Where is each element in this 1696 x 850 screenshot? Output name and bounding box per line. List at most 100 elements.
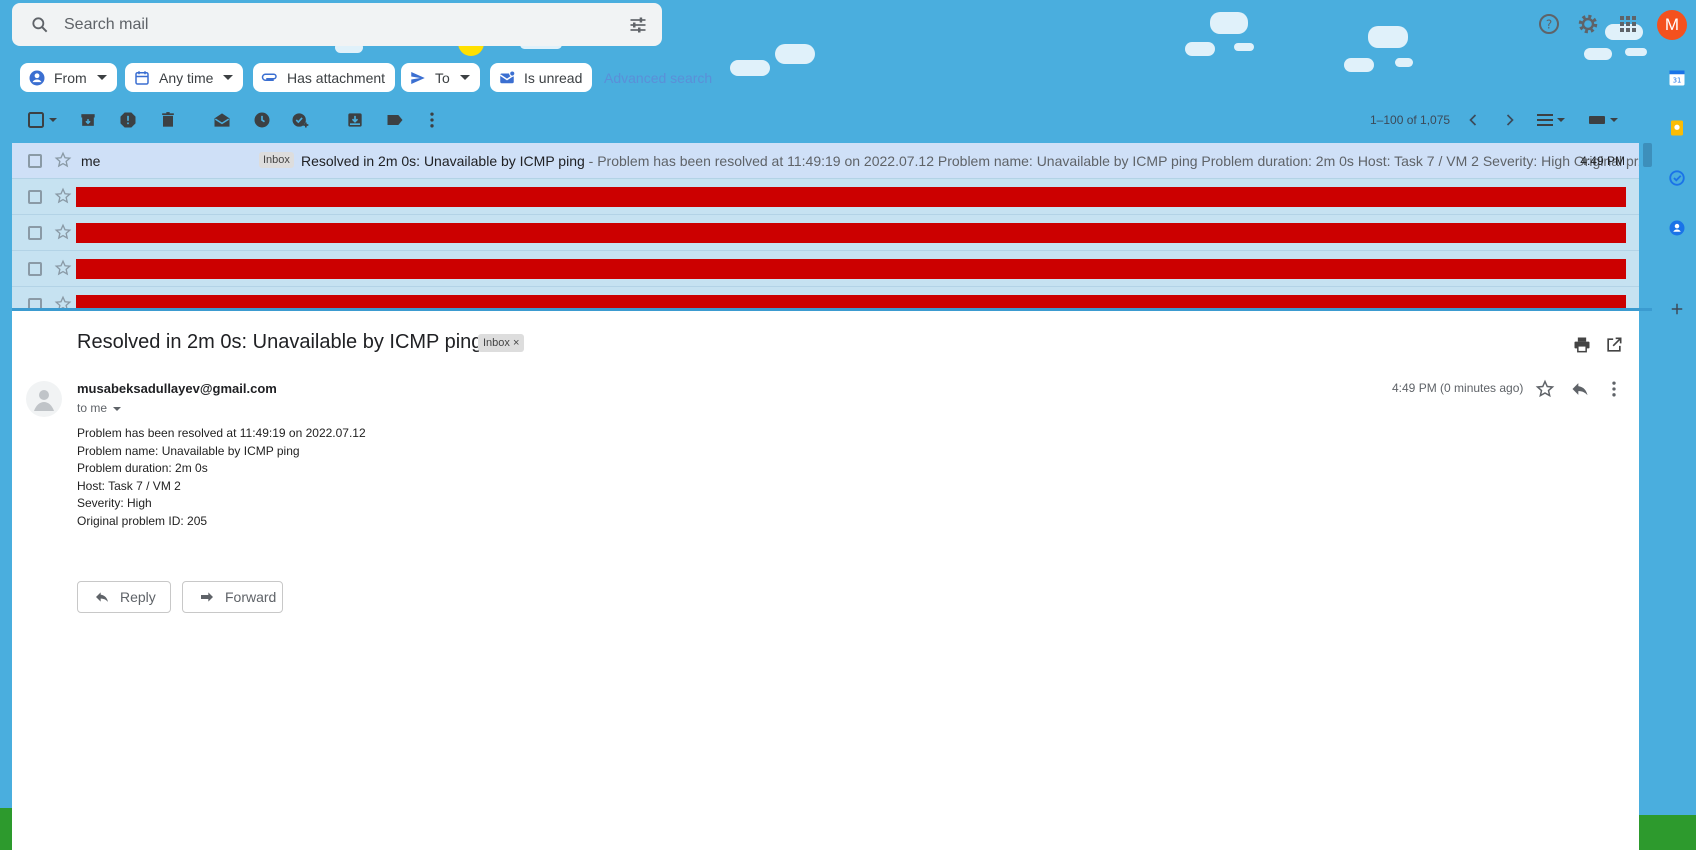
forward-button[interactable]: Forward (182, 581, 283, 613)
cloud-decoration (1344, 58, 1374, 72)
row-checkbox[interactable] (28, 262, 42, 276)
svg-text:?: ? (1546, 18, 1552, 32)
chip-is-unread[interactable]: Is unread (490, 63, 593, 92)
row-snippet: - Problem has been resolved at 11:49:19 … (584, 153, 1639, 169)
help-icon[interactable]: ? (1537, 12, 1561, 36)
chevron-down-icon[interactable] (113, 406, 122, 411)
pagination-range: 1–100 of 1,075 (1370, 113, 1451, 127)
row-label-badge[interactable]: Inbox (259, 152, 294, 168)
grass-decoration (1639, 815, 1696, 850)
redacted-bar (76, 223, 1626, 243)
archive-icon[interactable] (78, 110, 98, 130)
email-row[interactable] (12, 251, 1639, 287)
older-chevron-right-icon[interactable] (1500, 110, 1520, 130)
search-options-icon[interactable] (628, 15, 648, 35)
row-checkbox[interactable] (28, 190, 42, 204)
reply-button[interactable]: Reply (77, 581, 171, 613)
advanced-search-link[interactable]: Advanced search (604, 70, 712, 86)
star-icon[interactable] (54, 223, 72, 241)
row-checkbox[interactable] (28, 226, 42, 240)
reply-label: Reply (120, 589, 156, 605)
attachment-icon (261, 69, 279, 87)
unread-mail-icon (498, 69, 516, 87)
calendar-app-icon[interactable]: 31 (1668, 69, 1686, 87)
person-icon (34, 390, 54, 411)
star-icon[interactable] (54, 187, 72, 205)
email-row[interactable] (12, 179, 1639, 215)
row-sender: me (81, 153, 101, 169)
cloud-decoration (775, 44, 815, 64)
cloud-decoration (1395, 58, 1413, 67)
more-options-icon[interactable] (1604, 379, 1624, 399)
move-to-icon[interactable] (345, 110, 365, 130)
row-checkbox[interactable] (28, 298, 42, 308)
body-line: Problem name: Unavailable by ICMP ping (77, 443, 300, 458)
settings-gear-icon[interactable] (1576, 12, 1600, 36)
grass-decoration (0, 808, 12, 850)
list-scrollbar[interactable] (1643, 143, 1652, 167)
label-icon[interactable] (385, 110, 405, 130)
remove-label-icon[interactable]: × (513, 337, 519, 349)
add-to-tasks-icon[interactable] (290, 110, 310, 130)
body-line: Original problem ID: 205 (77, 513, 208, 528)
message-subject: Resolved in 2m 0s: Unavailable by ICMP p… (77, 331, 483, 353)
star-icon[interactable] (54, 151, 72, 169)
search-input[interactable]: Search mail (64, 16, 148, 34)
email-list: me Inbox Resolved in 2m 0s: Unavailable … (12, 143, 1639, 308)
mark-as-read-icon[interactable] (212, 110, 232, 130)
chip-from[interactable]: From (20, 63, 117, 92)
email-row[interactable] (12, 215, 1639, 251)
contacts-app-icon[interactable] (1668, 219, 1686, 237)
open-in-new-window-icon[interactable] (1604, 335, 1624, 355)
message-body: Problem has been resolved at 11:49:19 on… (77, 425, 366, 530)
star-icon[interactable] (54, 259, 72, 277)
keep-app-icon[interactable] (1668, 119, 1686, 137)
email-row[interactable]: me Inbox Resolved in 2m 0s: Unavailable … (12, 143, 1639, 179)
chevron-down-icon (96, 75, 107, 80)
chip-any-time[interactable]: Any time (125, 63, 244, 92)
account-avatar[interactable]: M (1657, 10, 1687, 40)
sender-email[interactable]: musabeksadullayev@gmail.com (77, 381, 277, 396)
recipient-details[interactable]: to me (77, 401, 122, 415)
apps-grid-icon[interactable] (1616, 12, 1640, 36)
search-bar[interactable]: Search mail (12, 3, 662, 46)
reply-icon[interactable] (1570, 379, 1590, 399)
message-label-text: Inbox (483, 337, 510, 349)
star-icon[interactable] (54, 295, 72, 308)
cloud-decoration (1368, 26, 1408, 48)
more-options-icon[interactable] (422, 110, 442, 130)
add-addon-icon[interactable] (1668, 300, 1686, 318)
message-time: 4:49 PM (0 minutes ago) (1392, 381, 1524, 395)
cloud-decoration (1584, 48, 1612, 60)
split-pane-toggle-icon[interactable] (1535, 110, 1567, 130)
newer-chevron-left-icon[interactable] (1463, 110, 1483, 130)
print-icon[interactable] (1572, 335, 1592, 355)
chip-has-attachment[interactable]: Has attachment (253, 63, 396, 92)
person-icon (28, 69, 46, 87)
cloud-decoration (1234, 43, 1254, 51)
cloud-decoration (1625, 48, 1647, 56)
forward-label: Forward (225, 589, 277, 605)
search-icon[interactable] (30, 15, 50, 35)
message-label-badge[interactable]: Inbox × (478, 334, 525, 352)
svg-text:31: 31 (1673, 77, 1682, 85)
select-all-checkbox-icon[interactable] (28, 112, 44, 128)
snooze-clock-icon[interactable] (252, 110, 272, 130)
input-tools-keyboard-icon[interactable] (1587, 110, 1621, 130)
forward-icon (201, 592, 213, 602)
chip-label: Has attachment (287, 69, 386, 86)
redacted-bar (76, 187, 1626, 207)
sender-avatar (26, 381, 62, 417)
delete-icon[interactable] (158, 110, 178, 130)
redacted-bar (76, 259, 1626, 279)
redacted-bar (76, 295, 1626, 308)
chevron-down-icon (459, 75, 470, 80)
star-icon[interactable] (1535, 379, 1555, 399)
tasks-app-icon[interactable] (1668, 169, 1686, 187)
chip-to[interactable]: To (401, 63, 480, 92)
row-checkbox[interactable] (28, 154, 42, 168)
select-dropdown-icon[interactable] (47, 110, 59, 130)
body-line: Severity: High (77, 496, 152, 510)
report-spam-icon[interactable] (118, 110, 138, 130)
email-row[interactable] (12, 287, 1639, 308)
